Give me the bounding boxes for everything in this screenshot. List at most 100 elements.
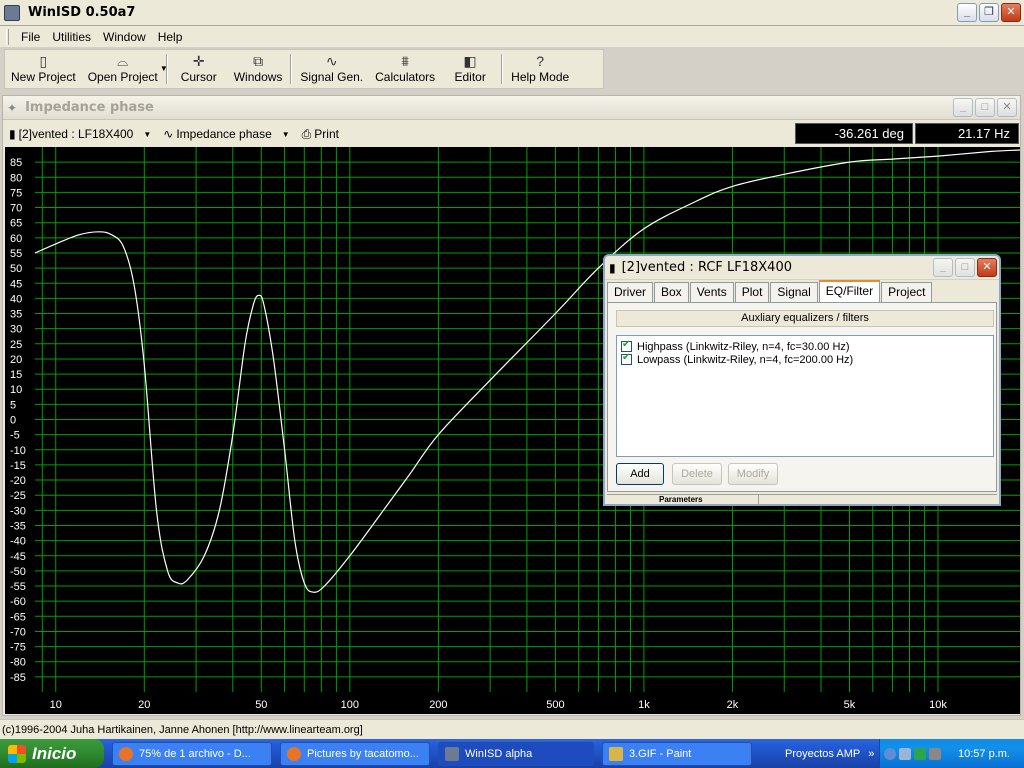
start-label: Inicio: [32, 743, 77, 763]
firefox-icon: [119, 746, 133, 761]
plot-minimize-button[interactable]: _: [953, 98, 973, 117]
tab-driver[interactable]: Driver: [607, 282, 653, 302]
cursor-button[interactable]: ✛ Cursor: [170, 50, 228, 88]
calculators-button[interactable]: ⩩ Calculators: [369, 50, 441, 88]
task-item-active[interactable]: WinISD alpha: [438, 741, 594, 766]
dialog-titlebar: ▮ [2]vented : RCF LF18X400 _ □ ✕: [605, 256, 999, 280]
x-tick-label: 1k: [638, 699, 650, 711]
help-icon: ?: [536, 53, 545, 69]
cursor-label: Cursor: [180, 70, 217, 84]
signal-gen-icon: ∿: [325, 53, 338, 69]
network-icon[interactable]: [899, 747, 911, 760]
y-tick-label: -50: [10, 566, 26, 578]
restore-button[interactable]: ❐: [979, 3, 999, 22]
dialog-maximize-button[interactable]: □: [955, 258, 975, 277]
filter-list[interactable]: Highpass (Linkwitz-Riley, n=4, fc=30.00 …: [616, 335, 994, 457]
task-item[interactable]: 75% de 1 archivo - D...: [112, 741, 272, 766]
y-tick-label: -45: [10, 551, 26, 563]
y-tick-label: -80: [10, 657, 26, 669]
tab-plot[interactable]: Plot: [734, 282, 770, 302]
menu-utilities[interactable]: Utilities: [46, 28, 97, 46]
modify-button[interactable]: Modify: [728, 463, 778, 485]
quicklaunch-toolbar[interactable]: Proyectos AMP »: [755, 739, 879, 768]
windows-label: Windows: [233, 70, 283, 84]
lowpass-checkbox[interactable]: [621, 352, 632, 365]
tray-expand-icon[interactable]: [884, 747, 896, 760]
tab-vents[interactable]: Vents: [689, 282, 734, 302]
y-tick-label: -10: [10, 445, 26, 457]
toolbar-separator: [290, 54, 293, 84]
add-button[interactable]: Add: [616, 463, 664, 485]
eq-filter-panel: Auxliary equalizers / filters Highpass (…: [607, 302, 997, 492]
winisd-app-icon: [4, 4, 20, 21]
chevron-down-icon: ▼: [281, 129, 290, 139]
y-tick-label: 20: [10, 354, 22, 366]
delete-button[interactable]: Delete: [672, 463, 722, 485]
chevron-right-icon[interactable]: »: [868, 748, 874, 760]
cursor-icon: ✛: [192, 53, 205, 69]
plot-toolbar: ▮ [2]vented : LF18X400 ▼ ∿ Impedance pha…: [3, 122, 1020, 146]
open-project-label: Open Project: [87, 70, 158, 84]
windows-button[interactable]: ⧉ Windows: [228, 50, 289, 88]
paint-icon: [609, 746, 623, 761]
y-tick-label: 75: [10, 187, 22, 199]
minimize-button[interactable]: _: [957, 3, 977, 22]
signal-gen-button[interactable]: ∿ Signal Gen.: [294, 50, 369, 88]
close-button[interactable]: ✕: [1001, 3, 1021, 22]
plot-maximize-button[interactable]: □: [975, 98, 995, 117]
tab-box[interactable]: Box: [654, 282, 689, 302]
highpass-checkbox[interactable]: [621, 339, 632, 352]
y-tick-label: 15: [10, 369, 22, 381]
chevron-down-icon: ▼: [143, 129, 152, 139]
task-label: Pictures by tacatomo...: [307, 747, 419, 760]
chevron-down-icon[interactable]: ▼: [160, 64, 168, 73]
quicklaunch-label: Proyectos AMP: [785, 747, 861, 760]
plot-close-button[interactable]: ✕: [997, 98, 1017, 117]
volume-icon[interactable]: [929, 747, 941, 760]
new-project-button[interactable]: ▯ New Project: [5, 50, 82, 88]
project-dialog: ▮ [2]vented : RCF LF18X400 _ □ ✕ Driver …: [603, 254, 1001, 506]
task-item[interactable]: 3.GIF - Paint: [602, 741, 752, 766]
y-tick-label: -30: [10, 505, 26, 517]
y-tick-label: 50: [10, 263, 22, 275]
clock: 10:57 p.m.: [958, 747, 1010, 760]
task-item[interactable]: Pictures by tacatomo...: [280, 741, 430, 766]
y-tick-label: -70: [10, 626, 26, 638]
editor-button[interactable]: ◧ Editor: [441, 50, 499, 88]
y-tick-label: 60: [10, 233, 22, 245]
list-item[interactable]: Highpass (Linkwitz-Riley, n=4, fc=30.00 …: [621, 339, 989, 353]
plot-window-titlebar: ✦ Impedance phase _ □ ✕: [3, 96, 1020, 120]
open-project-button[interactable]: ⌓ Open Project ▼: [82, 50, 168, 88]
y-tick-label: -15: [10, 460, 26, 472]
tab-project[interactable]: Project: [881, 282, 933, 302]
menu-help[interactable]: Help: [152, 28, 189, 46]
tab-signal[interactable]: Signal: [770, 282, 818, 302]
menu-window[interactable]: Window: [97, 28, 152, 46]
x-tick-label: 5k: [844, 699, 856, 711]
dialog-close-button[interactable]: ✕: [977, 258, 997, 277]
tab-eq-filter[interactable]: EQ/Filter: [818, 280, 881, 302]
graph-select-value: Impedance phase: [176, 127, 272, 141]
pin-icon[interactable]: ✦: [7, 101, 17, 115]
project-select-value: [2]vented : LF18X400: [18, 127, 134, 141]
panel-header: Auxliary equalizers / filters: [616, 310, 994, 327]
status-bar: (c)1996-2004 Juha Hartikainen, Janne Aho…: [0, 719, 1024, 739]
task-label: WinISD alpha: [465, 747, 533, 760]
x-tick-label: 10: [50, 699, 62, 711]
start-button[interactable]: Inicio: [0, 739, 104, 768]
y-tick-label: 35: [10, 309, 22, 321]
editor-label: Editor: [454, 70, 486, 84]
status-text: (c)1996-2004 Juha Hartikainen, Janne Aho…: [2, 723, 363, 736]
project-select[interactable]: ▮ [2]vented : LF18X400 ▼: [3, 124, 157, 144]
graph-select[interactable]: ∿ Impedance phase ▼: [157, 124, 295, 144]
tray-app-icon[interactable]: [914, 747, 926, 760]
y-tick-label: 5: [10, 399, 16, 411]
list-item[interactable]: Lowpass (Linkwitz-Riley, n=4, fc=200.00 …: [621, 352, 989, 366]
windows-icon: ⧉: [253, 53, 264, 69]
menu-file[interactable]: File: [15, 28, 46, 46]
help-mode-button[interactable]: ? Help Mode: [505, 50, 575, 88]
print-button[interactable]: ⎙ Print: [296, 124, 345, 144]
dialog-minimize-button[interactable]: _: [933, 258, 953, 277]
window-title: WinISD 0.50a7: [28, 5, 136, 20]
y-tick-label: 80: [10, 172, 22, 184]
